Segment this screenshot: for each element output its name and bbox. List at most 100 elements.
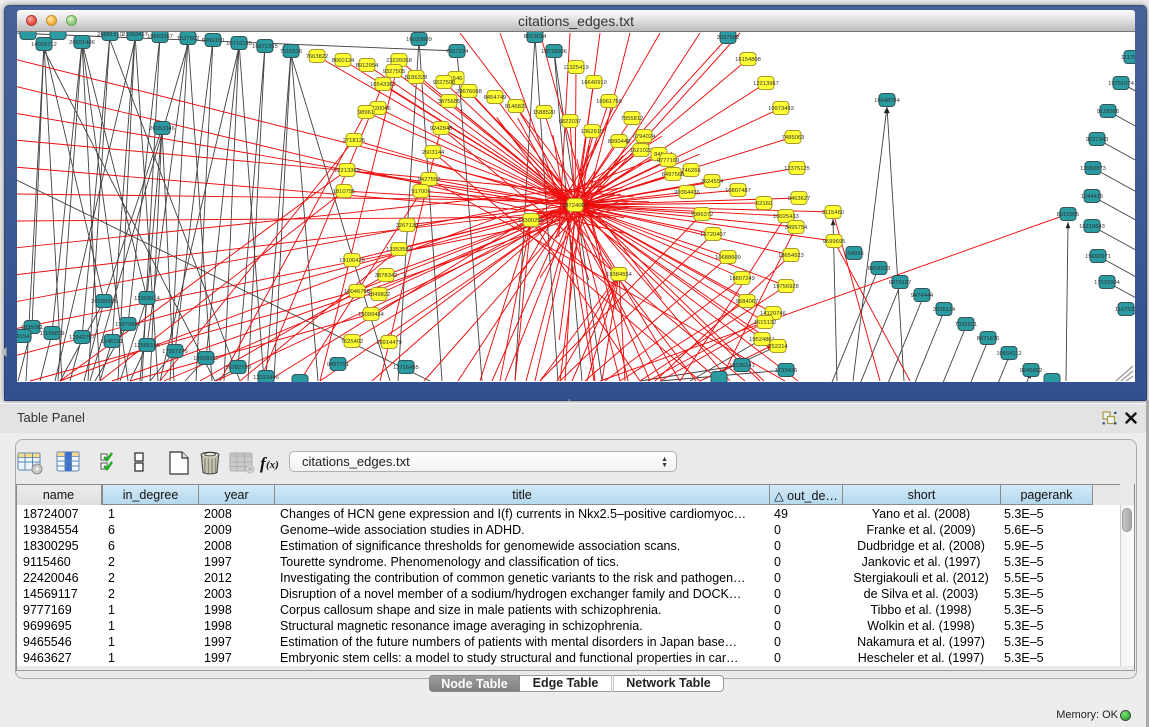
svg-text:26881910: 26881910: [97, 32, 123, 38]
svg-text:2037682: 2037682: [717, 35, 740, 41]
svg-text:7986372: 7986372: [691, 212, 714, 218]
svg-text:11325419: 11325419: [563, 65, 588, 71]
svg-text:19384554: 19384554: [606, 272, 633, 278]
svg-text:1145191: 1145191: [101, 339, 123, 345]
svg-text:19975857: 19975857: [115, 322, 141, 328]
svg-text:6879197: 6879197: [889, 280, 912, 286]
svg-text:2935114: 2935114: [933, 307, 956, 313]
svg-text:8912954: 8912954: [356, 63, 379, 69]
svg-text:9115460: 9115460: [822, 210, 844, 216]
svg-text:19756928: 19756928: [773, 284, 799, 290]
svg-text:8454749: 8454749: [484, 95, 507, 101]
svg-text:16640910: 16640910: [581, 80, 607, 86]
svg-text:6794024: 6794024: [633, 134, 656, 140]
svg-text:9474444: 9474444: [911, 293, 934, 299]
svg-text:12375125: 12375125: [784, 166, 810, 172]
svg-text:10958157: 10958157: [193, 356, 219, 362]
svg-text:16648784: 16648784: [874, 98, 901, 104]
svg-text:20364436: 20364436: [674, 190, 700, 196]
svg-text:10025433: 10025433: [773, 214, 799, 220]
svg-text:16033809: 16033809: [406, 37, 432, 43]
svg-text:62160: 62160: [756, 201, 772, 207]
svg-text:9427552: 9427552: [418, 177, 441, 183]
svg-text:10719185: 10719185: [226, 41, 252, 47]
svg-text:9699695: 9699695: [823, 239, 846, 245]
svg-text:14055712: 14055712: [31, 42, 57, 48]
svg-text:1615132: 1615132: [754, 320, 777, 326]
svg-text:12505195: 12505195: [134, 343, 160, 349]
svg-text:98961: 98961: [358, 110, 374, 116]
svg-text:(x): (x): [266, 459, 279, 471]
svg-text:9327505: 9327505: [383, 69, 406, 75]
svg-text:17016504: 17016504: [1094, 280, 1121, 286]
svg-text:164095: 164095: [844, 251, 863, 257]
svg-text:20691406: 20691406: [69, 40, 95, 46]
svg-text:8958923: 8958923: [868, 266, 891, 272]
svg-text:15751074: 15751074: [1108, 81, 1135, 87]
svg-text:7485063: 7485063: [782, 135, 805, 141]
svg-text:15720407: 15720407: [700, 232, 726, 238]
svg-text:12023446: 12023446: [253, 375, 279, 381]
svg-text:9684067: 9684067: [736, 299, 759, 305]
svg-text:1117504: 1117504: [1121, 55, 1135, 61]
svg-text:18300295: 18300295: [518, 218, 544, 224]
svg-text:16099484: 16099484: [358, 312, 385, 318]
svg-text:12942757: 12942757: [69, 335, 95, 341]
svg-text:9146821: 9146821: [505, 104, 528, 110]
svg-text:9129366: 9129366: [1097, 109, 1120, 115]
svg-text:6497568: 6497568: [662, 172, 685, 178]
svg-text:16543362: 16543362: [370, 82, 396, 88]
svg-text:8186328: 8186328: [405, 75, 428, 81]
svg-text:12213967: 12213967: [753, 81, 779, 87]
svg-text:11156829: 11156829: [40, 331, 65, 337]
svg-text:252214: 252214: [768, 344, 788, 350]
svg-text:12359914: 12359914: [134, 296, 161, 302]
svg-text:2718126: 2718126: [343, 138, 366, 144]
svg-text:7032621: 7032621: [955, 322, 978, 328]
svg-text:16210643: 16210643: [1079, 224, 1105, 230]
svg-text:391541: 391541: [17, 334, 33, 340]
svg-text:1733426: 1733426: [775, 368, 798, 374]
svg-text:13716485: 13716485: [393, 365, 419, 371]
svg-text:7357224: 7357224: [446, 49, 469, 55]
svg-text:10973493: 10973493: [768, 106, 794, 112]
svg-text:26053346: 26053346: [149, 126, 175, 132]
svg-text:17957275: 17957275: [162, 349, 188, 355]
svg-text:1244415: 1244415: [1081, 194, 1104, 200]
svg-text:12093873: 12093873: [1080, 166, 1106, 172]
svg-text:10046768: 10046768: [344, 289, 370, 295]
svg-text:18807249: 18807249: [729, 276, 755, 282]
svg-text:9242848: 9242848: [430, 126, 453, 132]
svg-text:3624554: 3624554: [701, 179, 724, 185]
svg-text:1527602: 1527602: [177, 36, 200, 42]
svg-text:6466160: 6466160: [202, 38, 225, 44]
svg-text:9777169: 9777169: [657, 158, 680, 164]
svg-text:7955812: 7955812: [621, 116, 644, 122]
svg-text:12213369: 12213369: [334, 168, 360, 174]
svg-text:8990448: 8990448: [608, 139, 631, 145]
svg-text:15136141: 15136141: [729, 363, 755, 369]
svg-text:16154808: 16154808: [735, 57, 761, 63]
svg-text:16961758: 16961758: [596, 99, 622, 105]
svg-text:1621022: 1621022: [630, 148, 653, 154]
svg-text:7663822: 7663822: [306, 54, 329, 60]
svg-text:23676068: 23676068: [456, 89, 482, 95]
svg-text:16914479: 16914479: [376, 340, 402, 346]
svg-text:18724007: 18724007: [562, 203, 588, 209]
svg-text:8660124: 8660124: [332, 58, 355, 64]
svg-text:10654112: 10654112: [996, 351, 1021, 357]
svg-text:1810755: 1810755: [333, 189, 356, 195]
svg-text:1588520: 1588520: [533, 110, 556, 116]
svg-text:9457791: 9457791: [327, 362, 350, 368]
svg-text:6822037: 6822037: [559, 119, 582, 125]
svg-text:1849822: 1849822: [368, 292, 391, 298]
svg-text:917006: 917006: [411, 189, 430, 195]
svg-text:8813014: 8813014: [524, 34, 547, 40]
svg-text:23226058: 23226058: [386, 58, 412, 64]
svg-text:7625402: 7625402: [341, 339, 364, 345]
svg-text:20206555: 20206555: [91, 299, 117, 305]
svg-text:9327508: 9327508: [433, 80, 456, 86]
svg-text:8471676: 8471676: [977, 336, 1000, 342]
svg-text:3495754: 3495754: [785, 225, 808, 231]
svg-text:21093417: 21093417: [122, 32, 148, 38]
